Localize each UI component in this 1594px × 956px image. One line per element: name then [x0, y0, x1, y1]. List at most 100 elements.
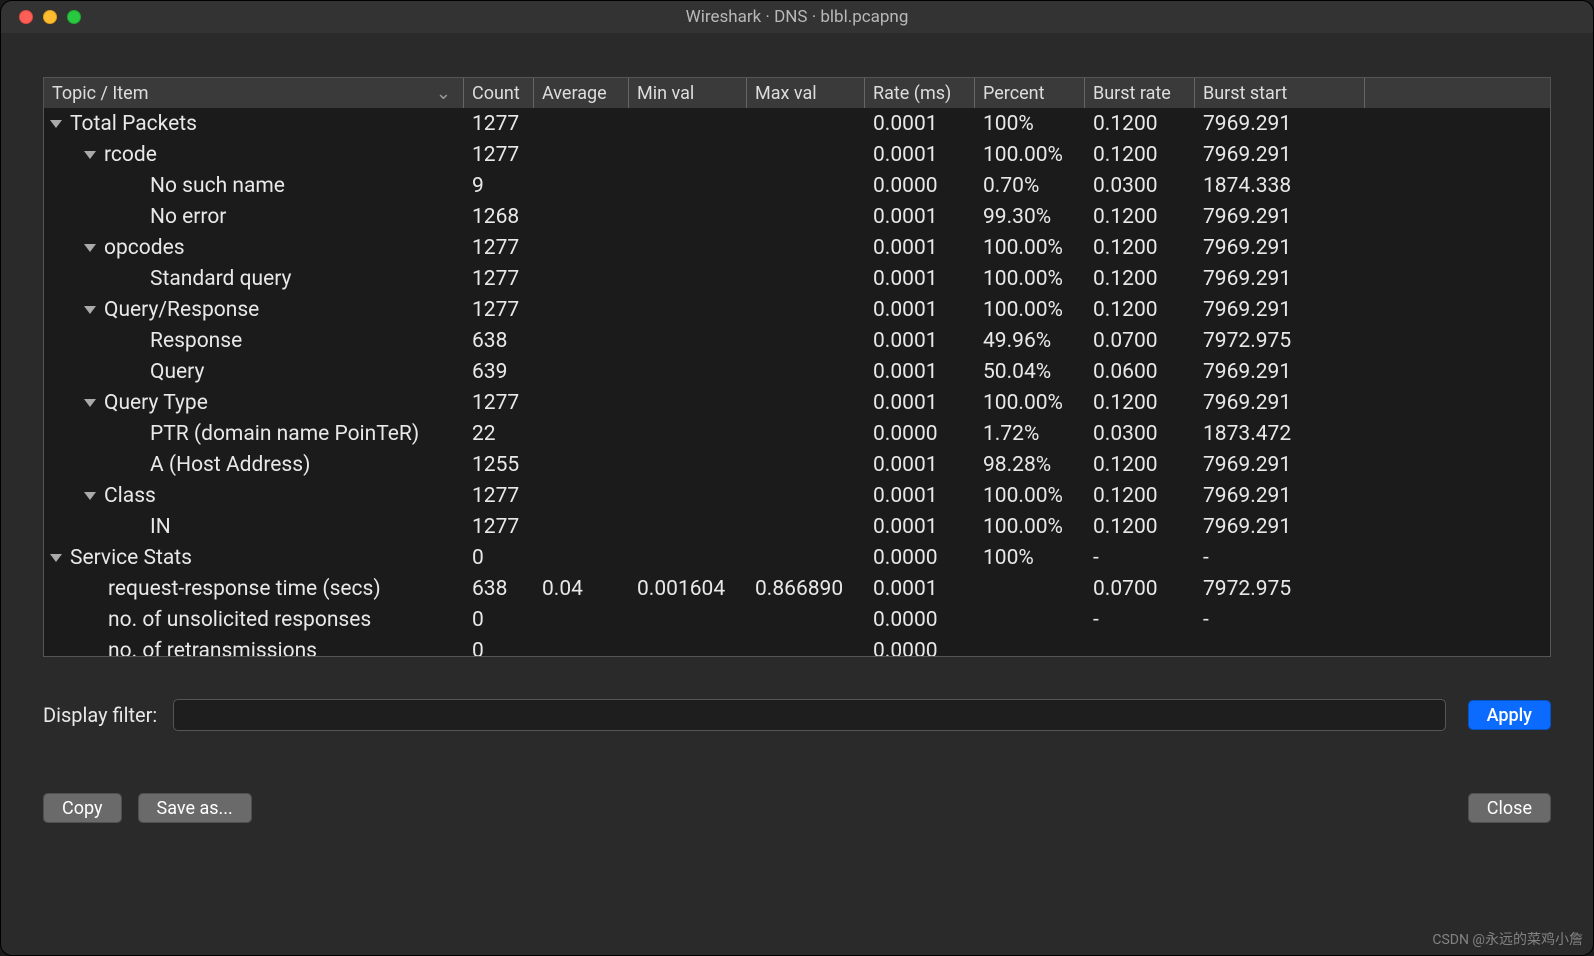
table-row[interactable]: opcodes12770.0001100.00%0.12007969.291: [44, 232, 1550, 263]
maximize-icon[interactable]: [67, 10, 81, 24]
col-header-average[interactable]: Average: [534, 78, 629, 108]
cell-bstart: 7972.975: [1195, 577, 1365, 601]
cell-bstart: 7969.291: [1195, 205, 1365, 229]
apply-button[interactable]: Apply: [1468, 700, 1551, 730]
window-controls: [19, 10, 81, 24]
row-label: Service Stats: [70, 546, 192, 570]
cell-count: 1277: [464, 267, 534, 291]
cell-topic: Service Stats: [44, 546, 464, 570]
cell-rate: 0.0001: [865, 143, 975, 167]
disclosure-triangle-icon[interactable]: [50, 120, 62, 128]
close-button[interactable]: Close: [1468, 793, 1551, 823]
table-row[interactable]: No such name90.00000.70%0.03001874.338: [44, 170, 1550, 201]
table-row[interactable]: No error12680.000199.30%0.12007969.291: [44, 201, 1550, 232]
table-row[interactable]: no. of retransmissions0 0.0000: [44, 635, 1550, 656]
col-header-burst-start-label: Burst start: [1203, 83, 1287, 104]
save-as-button[interactable]: Save as...: [138, 793, 252, 823]
row-label: Class: [104, 484, 156, 508]
disclosure-triangle-icon[interactable]: [84, 306, 96, 314]
table-row[interactable]: Query Type12770.0001100.00%0.12007969.29…: [44, 387, 1550, 418]
cell-rate: 0.0000: [865, 608, 975, 632]
table-row[interactable]: Class12770.0001100.00%0.12007969.291: [44, 480, 1550, 511]
col-header-min[interactable]: Min val: [629, 78, 747, 108]
table-row[interactable]: request-response time (secs)6380.040.001…: [44, 573, 1550, 604]
cell-count: 0: [464, 639, 534, 657]
cell-bstart: 7969.291: [1195, 391, 1365, 415]
cell-count: 1277: [464, 298, 534, 322]
table-row[interactable]: A (Host Address)12550.000198.28%0.120079…: [44, 449, 1550, 480]
cell-rate: 0.0001: [865, 391, 975, 415]
display-filter-input[interactable]: [173, 699, 1445, 731]
cell-pct: 100.00%: [975, 236, 1085, 260]
table-row[interactable]: Query/Response12770.0001100.00%0.1200796…: [44, 294, 1550, 325]
disclosure-triangle-icon[interactable]: [84, 151, 96, 159]
cell-burst: 0.1200: [1085, 453, 1195, 477]
cell-count: 1277: [464, 143, 534, 167]
cell-count: 1277: [464, 515, 534, 539]
row-label: request-response time (secs): [108, 577, 381, 601]
cell-topic: No error: [44, 205, 464, 229]
cell-burst: 0.1200: [1085, 112, 1195, 136]
table-row[interactable]: rcode12770.0001100.00%0.12007969.291: [44, 139, 1550, 170]
disclosure-triangle-icon[interactable]: [84, 492, 96, 500]
table-header[interactable]: Topic / Item ⌄ Count Average Min val Max…: [44, 78, 1550, 108]
table-row[interactable]: no. of unsolicited responses00.0000--: [44, 604, 1550, 635]
cell-count: 1277: [464, 236, 534, 260]
row-label: Query: [150, 360, 204, 384]
cell-pct: 100.00%: [975, 515, 1085, 539]
disclosure-triangle-icon[interactable]: [84, 244, 96, 252]
col-header-topic[interactable]: Topic / Item ⌄: [44, 78, 464, 108]
copy-button[interactable]: Copy: [43, 793, 122, 823]
table-row[interactable]: PTR (domain name PoinTeR)220.00001.72%0.…: [44, 418, 1550, 449]
row-label: No error: [150, 205, 226, 229]
cell-burst: 0.0300: [1085, 422, 1195, 446]
button-bar: Copy Save as... Close: [43, 793, 1551, 823]
table-row[interactable]: IN12770.0001100.00%0.12007969.291: [44, 511, 1550, 542]
col-header-count[interactable]: Count: [464, 78, 534, 108]
col-header-burst-start[interactable]: Burst start: [1195, 78, 1365, 108]
cell-bstart: 7969.291: [1195, 484, 1365, 508]
col-header-max[interactable]: Max val: [747, 78, 865, 108]
cell-burst: 0.1200: [1085, 205, 1195, 229]
row-label: opcodes: [104, 236, 185, 260]
table-row[interactable]: Total Packets12770.0001100%0.12007969.29…: [44, 108, 1550, 139]
cell-burst: -: [1085, 608, 1195, 632]
row-label: A (Host Address): [150, 453, 310, 477]
cell-topic: Query: [44, 360, 464, 384]
table-row[interactable]: Response6380.000149.96%0.07007972.975: [44, 325, 1550, 356]
cell-min: 0.001604: [629, 577, 747, 601]
row-label: IN: [150, 515, 171, 539]
col-header-percent[interactable]: Percent: [975, 78, 1085, 108]
chevron-down-icon: ⌄: [436, 83, 451, 104]
stats-table: Topic / Item ⌄ Count Average Min val Max…: [43, 77, 1551, 657]
close-icon[interactable]: [19, 10, 33, 24]
col-header-burst-rate[interactable]: Burst rate: [1085, 78, 1195, 108]
cell-burst: 0.1200: [1085, 298, 1195, 322]
cell-pct: 100.00%: [975, 484, 1085, 508]
disclosure-triangle-icon[interactable]: [84, 399, 96, 407]
cell-topic: no. of unsolicited responses: [44, 608, 464, 632]
cell-topic: A (Host Address): [44, 453, 464, 477]
cell-rate: 0.0000: [865, 639, 975, 657]
minimize-icon[interactable]: [43, 10, 57, 24]
titlebar[interactable]: Wireshark · DNS · blbl.pcapng: [1, 1, 1593, 33]
window-title: Wireshark · DNS · blbl.pcapng: [1, 7, 1593, 27]
cell-burst: 0.0300: [1085, 174, 1195, 198]
col-header-rate[interactable]: Rate (ms): [865, 78, 975, 108]
cell-rate: 0.0000: [865, 546, 975, 570]
cell-bstart: 7969.291: [1195, 267, 1365, 291]
cell-topic: no. of retransmissions: [44, 639, 464, 657]
col-header-count-label: Count: [472, 83, 520, 104]
table-row[interactable]: Service Stats00.0000100%--: [44, 542, 1550, 573]
cell-bstart: 1873.472: [1195, 422, 1365, 446]
table-body[interactable]: Total Packets12770.0001100%0.12007969.29…: [44, 108, 1550, 656]
cell-bstart: 7972.975: [1195, 329, 1365, 353]
cell-burst: 0.1200: [1085, 267, 1195, 291]
disclosure-triangle-icon[interactable]: [50, 554, 62, 562]
col-header-percent-label: Percent: [983, 83, 1045, 104]
table-row[interactable]: Query6390.000150.04%0.06007969.291: [44, 356, 1550, 387]
cell-rate: 0.0000: [865, 422, 975, 446]
table-row[interactable]: Standard query12770.0001100.00%0.1200796…: [44, 263, 1550, 294]
cell-bstart: 1874.338: [1195, 174, 1365, 198]
cell-count: 1277: [464, 112, 534, 136]
